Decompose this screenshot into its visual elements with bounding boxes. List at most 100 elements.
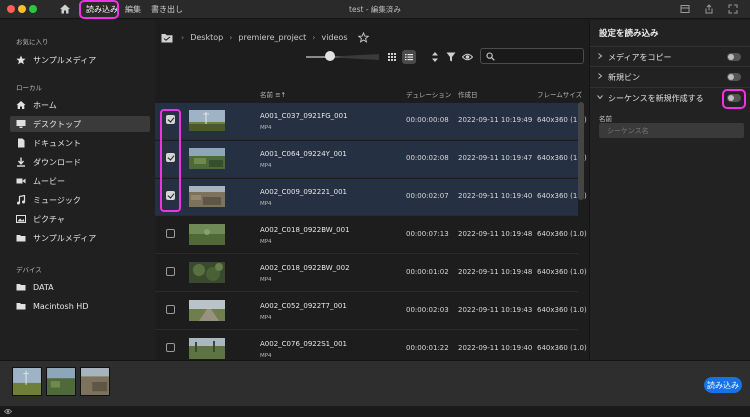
table-header: 名前 ≡↑ デュレーション 作成日 フレームサイズ: [155, 87, 588, 101]
sidebar: お気に入り サンプルメディア ローカル ホーム デスクトップ ドキュメント ダウ…: [0, 20, 155, 360]
file-framesize: 640x360 (1.0): [537, 268, 587, 276]
sidebar-item-label: ドキュメント: [33, 138, 81, 148]
sidebar-item-movies[interactable]: ムービー: [10, 173, 150, 189]
status-bar: [0, 406, 750, 417]
file-created: 2022-09-11 10:19:47: [458, 154, 533, 162]
download-icon: [17, 157, 25, 167]
sidebar-item-documents[interactable]: ドキュメント: [10, 135, 150, 151]
file-name: A001_C037_0921FG_001: [260, 112, 348, 120]
grid-view-button[interactable]: [385, 50, 399, 64]
breadcrumb-desktop[interactable]: Desktop: [190, 33, 223, 42]
eye-icon[interactable]: [4, 408, 12, 415]
thumbnail-size-slider[interactable]: [325, 51, 335, 61]
sidebar-item-macintosh-hd[interactable]: Macintosh HD: [10, 298, 150, 314]
new-bin-toggle[interactable]: [727, 73, 741, 81]
file-created: 2022-09-11 10:19:40: [458, 192, 533, 200]
sidebar-item-sample-media-favorite[interactable]: サンプルメディア: [10, 52, 150, 68]
file-type: MP4: [260, 353, 272, 359]
file-type: MP4: [260, 163, 272, 169]
file-name: A002_C076_0922S1_001: [260, 340, 347, 348]
row-checkbox[interactable]: [166, 305, 175, 314]
selected-clip-thumbnail[interactable]: [12, 367, 42, 396]
row-checkbox[interactable]: [166, 267, 175, 276]
import-tab-highlight: [79, 0, 119, 19]
selection-tray: 読み込み: [0, 360, 750, 406]
sort-ascending-icon: ≡↑: [275, 91, 286, 99]
drive-icon: [16, 284, 26, 291]
fullscreen-icon[interactable]: [728, 4, 738, 14]
table-row[interactable]: A001_C064_09224Y_001 MP4 00:00:02:08 202…: [155, 141, 587, 178]
file-created: 2022-09-11 10:19:49: [458, 116, 533, 124]
filter-icon[interactable]: [446, 52, 456, 62]
workspace-icon[interactable]: [680, 4, 690, 14]
table-row[interactable]: A002_C018_0922BW_002 MP4 00:00:01:02 202…: [155, 255, 587, 292]
sidebar-item-label: サンプルメディア: [33, 55, 97, 65]
sidebar-item-pictures[interactable]: ピクチャ: [10, 211, 150, 227]
search-field[interactable]: [480, 48, 584, 64]
option-label: メディアをコピー: [608, 53, 672, 62]
movie-icon: [16, 178, 26, 184]
column-created[interactable]: 作成日: [458, 89, 478, 99]
sidebar-item-label: ダウンロード: [33, 157, 81, 167]
sidebar-item-label: ホーム: [33, 100, 57, 110]
sidebar-item-desktop[interactable]: デスクトップ: [10, 116, 150, 132]
clip-thumbnail: [189, 338, 225, 359]
copy-media-toggle[interactable]: [727, 53, 741, 61]
star-icon: [16, 55, 26, 65]
row-checkbox[interactable]: [166, 343, 175, 352]
toggle-highlight: [722, 89, 746, 109]
column-duration[interactable]: デュレーション: [406, 89, 451, 99]
row-checkbox[interactable]: [166, 229, 175, 238]
media-browser: › Desktop › premiere_project › videos 名前…: [155, 20, 588, 368]
file-name: A002_C052_0922T7_001: [260, 302, 347, 310]
sort-icon[interactable]: [430, 51, 440, 63]
breadcrumb-separator: ›: [181, 33, 185, 42]
folder-icon[interactable]: [161, 33, 173, 43]
eye-icon[interactable]: [462, 52, 473, 62]
list-view-button[interactable]: [402, 50, 416, 64]
import-button[interactable]: 読み込み: [704, 377, 742, 393]
clip-thumbnail: [189, 110, 225, 131]
option-new-bin[interactable]: 新規ビン: [590, 66, 750, 86]
column-framesize[interactable]: フレームサイズ: [537, 89, 582, 99]
music-icon: [17, 195, 26, 205]
option-label: 新規ビン: [608, 73, 640, 82]
selected-clip-thumbnail[interactable]: [46, 367, 76, 396]
file-name: A002_C018_0922BW_002: [260, 264, 350, 272]
option-copy-media[interactable]: メディアをコピー: [590, 46, 750, 66]
sidebar-item-label: ミュージック: [33, 195, 81, 205]
table-row[interactable]: A002_C018_0922BW_001 MP4 00:00:07:13 202…: [155, 217, 587, 254]
selected-clip-thumbnail[interactable]: [80, 367, 110, 396]
file-duration: 00:00:02:08: [406, 154, 449, 162]
sidebar-item-label: サンプルメディア: [33, 233, 97, 243]
sidebar-item-sample-media[interactable]: サンプルメディア: [10, 230, 150, 246]
star-outline-icon[interactable]: [357, 32, 369, 43]
table-row[interactable]: A001_C037_0921FG_001 MP4 00:00:00:08 202…: [155, 103, 587, 140]
share-icon[interactable]: [704, 4, 714, 14]
breadcrumb-videos[interactable]: videos: [321, 33, 347, 42]
devices-header: デバイス: [16, 266, 42, 274]
drive-icon: [16, 303, 26, 310]
chevron-down-icon: [597, 95, 603, 100]
column-name[interactable]: 名前 ≡↑: [260, 89, 286, 99]
option-label: シーケンスを新規作成する: [608, 94, 704, 103]
sidebar-item-label: ピクチャ: [33, 214, 65, 224]
file-name: A002_C018_0922BW_001: [260, 226, 350, 234]
sidebar-item-downloads[interactable]: ダウンロード: [10, 154, 150, 170]
sidebar-item-music[interactable]: ミュージック: [10, 192, 150, 208]
search-input[interactable]: [499, 51, 579, 61]
file-created: 2022-09-11 10:19:48: [458, 230, 533, 238]
breadcrumb-premiere-project[interactable]: premiere_project: [238, 33, 306, 42]
list-scrollbar[interactable]: [578, 102, 584, 200]
breadcrumb-separator: ›: [229, 33, 233, 42]
table-row[interactable]: A002_C009_092221_001 MP4 00:00:02:07 202…: [155, 179, 587, 216]
sidebar-item-data-drive[interactable]: DATA: [10, 279, 150, 295]
sequence-name-field[interactable]: [599, 123, 744, 138]
table-row[interactable]: A002_C052_0922T7_001 MP4 00:00:02:03 202…: [155, 293, 587, 330]
sidebar-item-label: ムービー: [33, 176, 65, 186]
sidebar-item-home[interactable]: ホーム: [10, 97, 150, 113]
sidebar-item-label: Macintosh HD: [33, 301, 89, 311]
column-name-label: 名前: [260, 91, 273, 99]
file-framesize: 640x360 (1.0): [537, 344, 587, 352]
file-duration: 00:00:02:07: [406, 192, 449, 200]
